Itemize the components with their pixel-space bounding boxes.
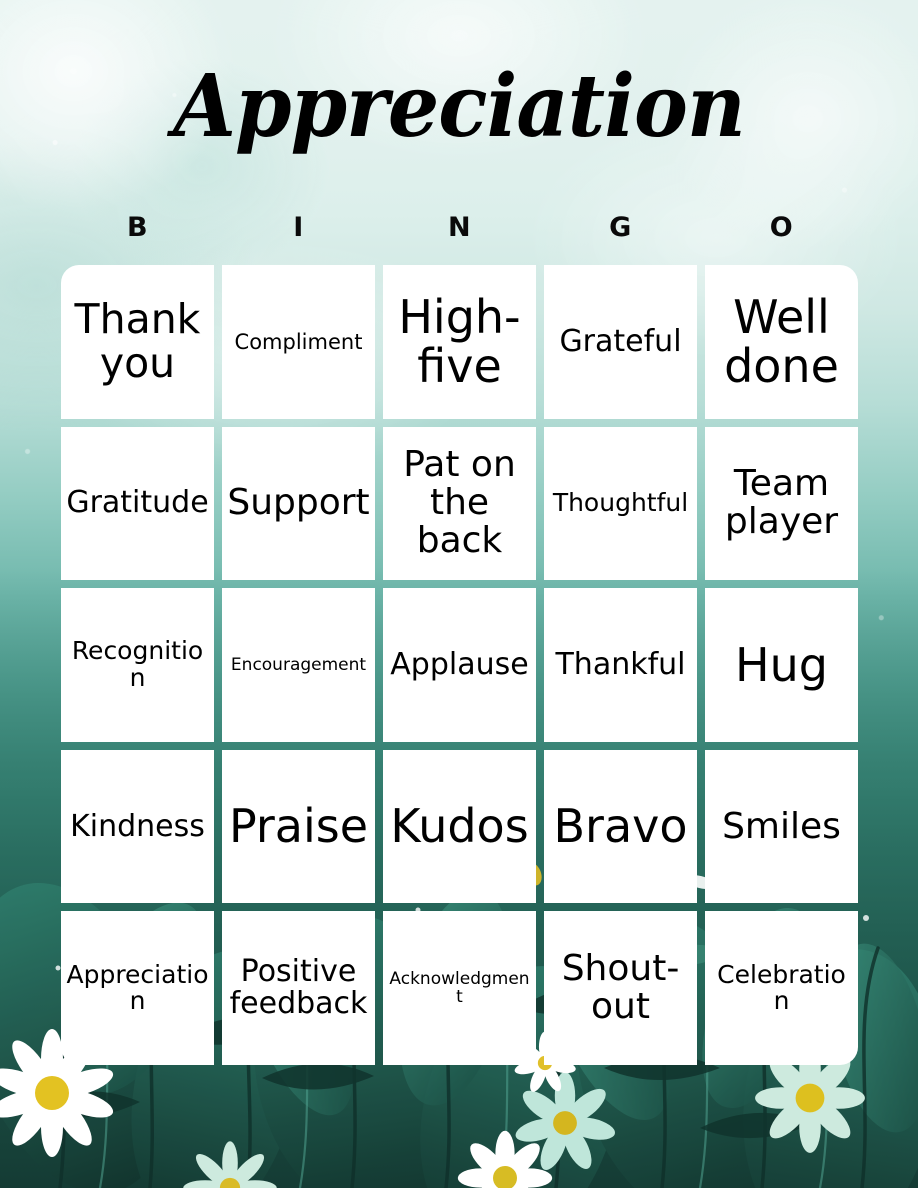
bingo-cell[interactable]: Thoughtful xyxy=(544,426,697,581)
bingo-cell[interactable]: Well done xyxy=(705,265,858,419)
bingo-cell-label: Well done xyxy=(724,290,839,393)
bingo-cell-label: Hug xyxy=(735,637,828,692)
bingo-cell-label: Acknowledgment xyxy=(389,969,530,1008)
bingo-cell-label: Smiles xyxy=(722,805,841,847)
bingo-cell-label: Bravo xyxy=(553,799,688,854)
bingo-cell-label: Kindness xyxy=(70,808,205,844)
column-letter-i: I xyxy=(293,212,304,243)
bingo-cell-label: Shout-out xyxy=(561,948,680,1028)
column-letter-b: B xyxy=(126,212,149,243)
bingo-cell[interactable]: Team player xyxy=(705,426,858,581)
bingo-cell[interactable]: Acknowledgment xyxy=(383,911,536,1065)
bingo-cell[interactable]: Applause xyxy=(383,588,536,742)
bingo-column-header: B I N G O xyxy=(61,212,858,243)
bingo-cell-label: Team player xyxy=(724,463,839,543)
bingo-cell[interactable]: Encouragement xyxy=(222,588,375,742)
bingo-cell-label: Encouragement xyxy=(230,654,367,675)
bingo-cell-label: High-five xyxy=(398,290,521,393)
bingo-cell[interactable]: Hug xyxy=(705,588,858,742)
bingo-card: Appreciation B I N G O Thank you Complime… xyxy=(0,0,918,1188)
bingo-cell[interactable]: Recognition xyxy=(61,588,214,742)
bingo-cell[interactable]: Bravo xyxy=(544,749,697,904)
bingo-cell-label: Gratitude xyxy=(66,485,209,521)
column-letter-g: G xyxy=(609,212,632,243)
bingo-cell[interactable]: Compliment xyxy=(222,265,375,419)
bingo-cell[interactable]: Shout-out xyxy=(544,911,697,1065)
bingo-cell-label: Positive feedback xyxy=(229,954,368,1022)
bingo-cell[interactable]: Pat on the back xyxy=(383,426,536,581)
bingo-cell[interactable]: Celebration xyxy=(705,911,858,1065)
bingo-cell[interactable]: High-five xyxy=(383,265,536,419)
bingo-cell-label: Applause xyxy=(390,647,529,683)
bingo-cell[interactable]: Smiles xyxy=(705,749,858,904)
bingo-cell[interactable]: Praise xyxy=(222,749,375,904)
bingo-cell-label: Grateful xyxy=(559,323,682,359)
bingo-cell[interactable]: Kindness xyxy=(61,749,214,904)
bingo-grid: Thank you Compliment High-five Grateful Well… xyxy=(61,265,858,1065)
bingo-cell[interactable]: Thank you xyxy=(61,265,214,419)
bingo-cell-label: Compliment xyxy=(234,329,363,354)
bingo-cell[interactable]: Appreciation xyxy=(61,911,214,1065)
bingo-cell-label: Praise xyxy=(228,799,369,854)
bingo-cell-label: Support xyxy=(227,482,370,524)
bingo-cell-label: Thankful xyxy=(555,647,686,683)
bingo-cell[interactable]: Grateful xyxy=(544,265,697,419)
column-letter-n: N xyxy=(447,212,472,243)
bingo-cell-label: Pat on the back xyxy=(403,444,516,562)
bingo-cell[interactable]: Thankful xyxy=(544,588,697,742)
bingo-cell[interactable]: Gratitude xyxy=(61,426,214,581)
bingo-cell[interactable]: Kudos xyxy=(383,749,536,904)
bingo-cell-label: Kudos xyxy=(390,799,529,854)
page-title: Appreciation xyxy=(173,56,746,157)
bingo-cell-label: Thank you xyxy=(74,295,201,387)
bingo-cell[interactable]: Positive feedback xyxy=(222,911,375,1065)
bingo-cell-label: Celebration xyxy=(717,959,846,1016)
bingo-cell-label: Recognition xyxy=(71,636,204,692)
bingo-cell[interactable]: Support xyxy=(222,426,375,581)
column-letter-o: O xyxy=(769,212,794,243)
bingo-cell-label: Appreciation xyxy=(66,959,209,1016)
bingo-cell-label: Thoughtful xyxy=(552,488,689,518)
